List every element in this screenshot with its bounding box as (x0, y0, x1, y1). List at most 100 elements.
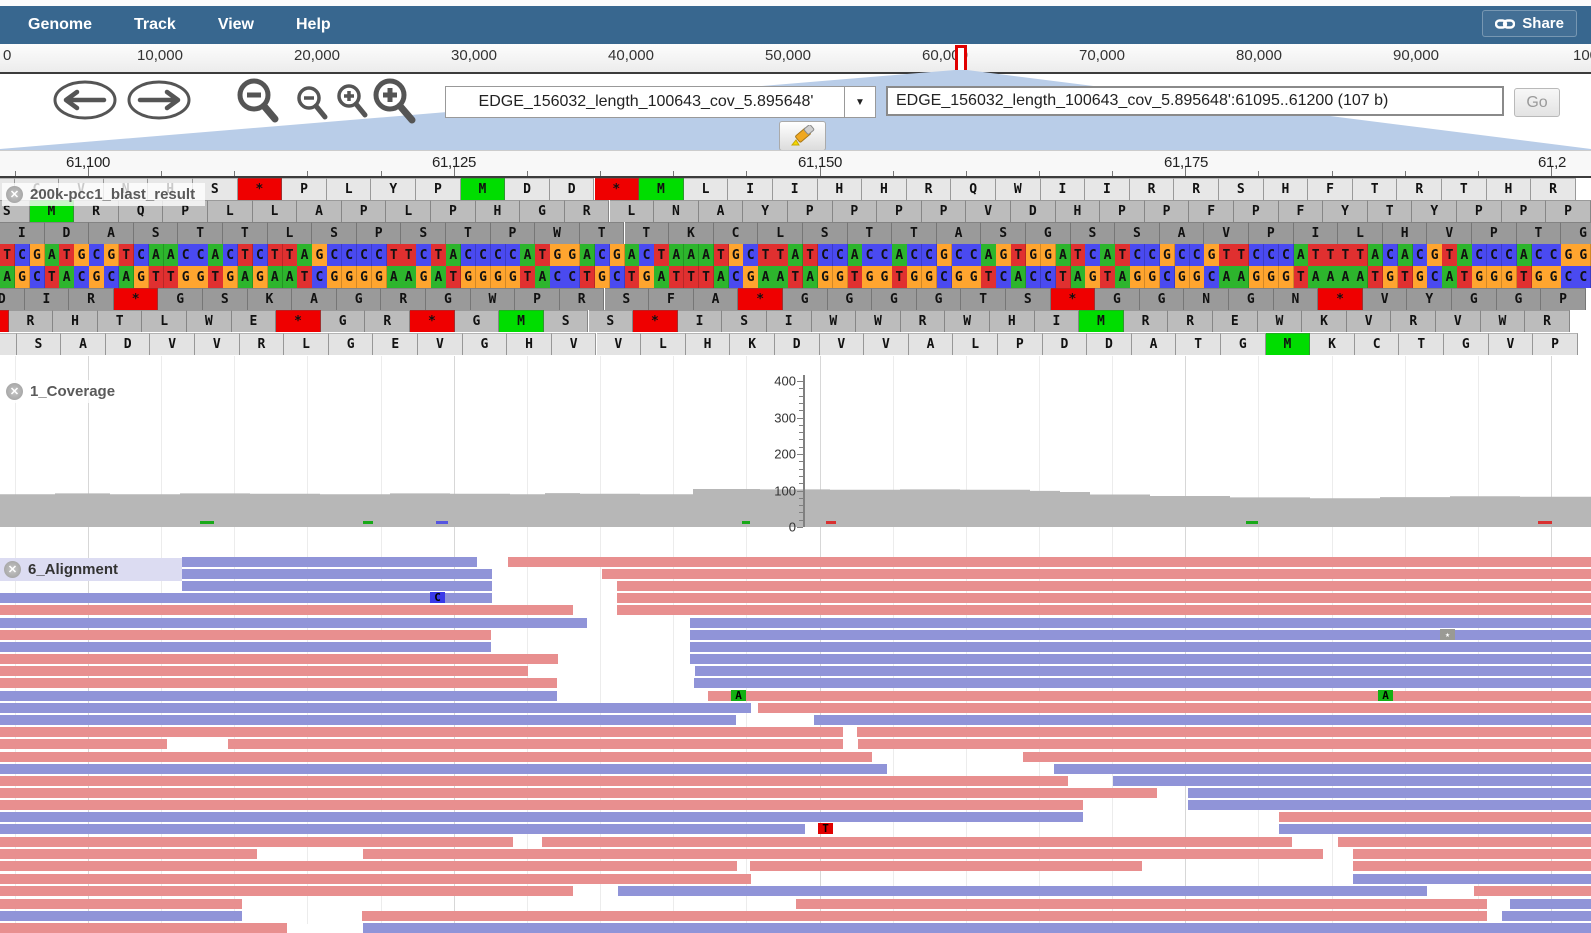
alignment-read-forward[interactable] (0, 923, 287, 933)
alignment-read-forward[interactable] (508, 557, 1591, 567)
zoom-out-small-button[interactable] (293, 84, 331, 124)
alignment-read-forward[interactable] (0, 666, 528, 676)
alignment-read-reverse[interactable] (182, 581, 492, 591)
alignment-read-reverse[interactable] (1113, 776, 1591, 786)
alignment-read-forward[interactable] (0, 800, 1083, 810)
alignment-read-forward[interactable] (0, 861, 737, 871)
close-track-icon[interactable]: ✕ (4, 561, 21, 578)
alignment-read-reverse[interactable] (0, 824, 805, 834)
alignment-read-reverse[interactable] (0, 618, 587, 628)
mismatch-base[interactable]: T (818, 823, 833, 834)
alignment-read-forward[interactable] (1353, 861, 1591, 871)
alignment-read-forward[interactable] (0, 752, 872, 762)
alignment-read-reverse[interactable] (182, 557, 477, 567)
zoom-out-big-button[interactable] (232, 76, 282, 126)
alignment-read-forward[interactable] (0, 886, 573, 896)
refseq-dropdown-caret[interactable]: ▼ (844, 86, 876, 118)
refseq-dropdown[interactable]: EDGE_156032_length_100643_cov_5.895648' (445, 86, 847, 118)
alignment-read-forward[interactable] (1279, 812, 1591, 822)
go-button[interactable]: Go (1514, 88, 1560, 117)
alignment-read-reverse[interactable] (1188, 788, 1591, 798)
track-label-alignment[interactable]: ✕ 6_Alignment (0, 558, 182, 581)
alignment-read-forward[interactable] (858, 739, 1591, 749)
alignment-read-forward[interactable] (1338, 837, 1591, 847)
mismatch-base[interactable]: ★ (1440, 629, 1455, 640)
alignment-read-forward[interactable] (1474, 886, 1591, 896)
alignment-read-reverse[interactable] (814, 715, 1591, 725)
alignment-read-reverse[interactable] (1510, 899, 1591, 909)
alignment-read-forward[interactable] (796, 899, 1487, 909)
alignment-read-forward[interactable] (0, 727, 843, 737)
alignment-read-forward[interactable] (602, 569, 1591, 579)
alignment-read-reverse[interactable] (1188, 800, 1591, 810)
alignment-read-reverse[interactable] (690, 642, 1591, 652)
alignment-read-forward[interactable] (0, 678, 557, 688)
alignment-read-forward[interactable] (0, 605, 573, 615)
alignment-read-forward[interactable] (1023, 752, 1591, 762)
close-track-icon[interactable]: ✕ (6, 186, 23, 203)
alignment-read-forward[interactable] (750, 861, 1142, 871)
alignment-read-forward[interactable] (0, 849, 257, 859)
mismatch-base[interactable]: A (731, 690, 746, 701)
alignment-read-forward[interactable] (617, 605, 1591, 615)
alignment-read-forward[interactable] (0, 654, 558, 664)
alignment-read-reverse[interactable] (1279, 824, 1591, 834)
alignment-read-forward[interactable] (228, 739, 843, 749)
alignment-read-reverse[interactable] (618, 886, 1427, 896)
alignment-read-forward[interactable] (0, 630, 491, 640)
alignment-read-forward[interactable] (0, 837, 513, 847)
alignment-read-reverse[interactable] (0, 642, 491, 652)
alignment-read-reverse[interactable] (690, 618, 1591, 628)
alignment-read-forward[interactable] (1353, 849, 1591, 859)
alignment-read-reverse[interactable] (363, 923, 1591, 933)
alignment-read-forward[interactable] (0, 776, 1068, 786)
alignment-read-reverse[interactable] (0, 691, 557, 701)
alignment-read-reverse[interactable] (0, 812, 1083, 822)
location-search-input[interactable] (886, 86, 1504, 116)
alignment-read-reverse[interactable] (694, 678, 1591, 688)
zoom-in-small-button[interactable] (333, 82, 371, 122)
alignment-read-reverse[interactable] (1353, 874, 1591, 884)
alignment-read-forward[interactable] (542, 837, 1292, 847)
alignment-read-reverse[interactable] (1054, 764, 1591, 774)
menu-genome[interactable]: Genome (14, 16, 106, 34)
overview-ruler[interactable]: 010,00020,00030,00040,00050,00060,00070,… (0, 44, 1591, 74)
mismatch-base[interactable]: C (430, 592, 445, 603)
highlight-tool-button[interactable] (779, 121, 826, 151)
alignment-read-forward[interactable] (0, 899, 242, 909)
mismatch-base[interactable]: A (1378, 690, 1393, 701)
alignment-read-forward[interactable] (857, 727, 1591, 737)
alignment-read-reverse[interactable] (695, 666, 1591, 676)
alignment-read-reverse[interactable] (0, 715, 736, 725)
coverage-axis-minor-tick (799, 410, 803, 411)
alignment-read-forward[interactable] (0, 739, 167, 749)
alignment-read-forward[interactable] (617, 581, 1591, 591)
alignment-read-forward[interactable] (363, 849, 1323, 859)
alignment-read-reverse[interactable] (0, 593, 492, 603)
alignment-read-reverse[interactable] (690, 654, 1591, 664)
track-label-blast-result[interactable]: ✕ 200k-pcc1_blast_result (2, 183, 205, 206)
menu-help[interactable]: Help (282, 16, 345, 34)
menu-track[interactable]: Track (120, 16, 190, 34)
alignment-read-reverse[interactable] (0, 764, 887, 774)
alignment-read-forward[interactable] (362, 911, 1487, 921)
menu-view[interactable]: View (204, 16, 268, 34)
share-button[interactable]: Share (1482, 10, 1577, 37)
alignment-read-reverse[interactable] (1502, 911, 1591, 921)
alignment-read-forward[interactable] (0, 788, 1157, 798)
close-track-icon[interactable]: ✕ (6, 383, 23, 400)
alignment-read-reverse[interactable] (0, 703, 751, 713)
alignment-read-forward[interactable] (758, 703, 1591, 713)
alignment-read-forward[interactable] (708, 691, 1591, 701)
alignment-read-forward[interactable] (617, 593, 1591, 603)
overview-position-marker[interactable] (955, 45, 967, 76)
alignment-read-reverse[interactable] (0, 911, 242, 921)
track-label-coverage[interactable]: ✕ 1_Coverage (2, 380, 125, 403)
zoom-in-big-button[interactable] (368, 76, 420, 128)
alignment-read-reverse[interactable] (690, 630, 1591, 640)
pan-right-button[interactable] (126, 80, 192, 120)
pan-left-button[interactable] (52, 80, 118, 120)
alignment-read-forward[interactable] (0, 874, 751, 884)
detail-ruler[interactable]: 61,10061,12561,15061,17561,2 (0, 150, 1591, 178)
alignment-read-reverse[interactable] (182, 569, 492, 579)
